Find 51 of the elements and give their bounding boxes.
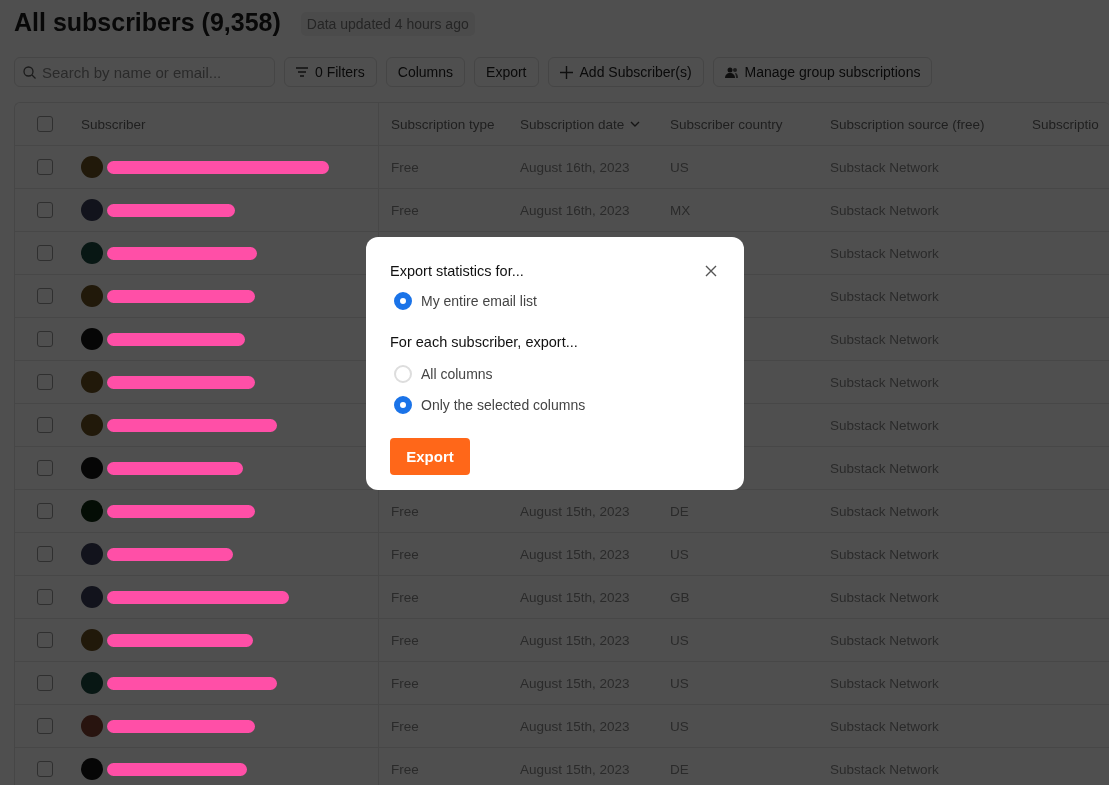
avatar	[81, 285, 103, 307]
plus-icon	[559, 65, 573, 79]
avatar	[81, 328, 103, 350]
toolbar-button[interactable]: Columns	[385, 57, 466, 87]
avatar	[81, 629, 103, 651]
avatar	[81, 672, 103, 694]
avatar	[81, 543, 103, 565]
avatar	[81, 199, 103, 221]
radio-option[interactable]: All columns	[390, 358, 720, 389]
filters-button[interactable]: 0 Filters	[284, 57, 377, 87]
avatar	[81, 242, 103, 264]
select-all-checkbox[interactable]	[37, 116, 53, 132]
row-checkbox[interactable]	[37, 460, 53, 476]
row-checkbox[interactable]	[37, 417, 53, 433]
radio-button[interactable]	[394, 291, 412, 310]
row-checkbox[interactable]	[37, 546, 53, 562]
toolbar-button[interactable]: Export	[474, 57, 539, 87]
avatar	[81, 414, 103, 436]
row-checkbox[interactable]	[37, 589, 53, 605]
add-subscriber-button[interactable]: Add Subscriber(s)	[547, 57, 704, 87]
row-checkbox[interactable]	[37, 761, 53, 777]
section-heading: Export statistics for...	[390, 263, 524, 279]
avatar	[81, 457, 103, 479]
avatar	[81, 371, 103, 393]
avatar	[81, 715, 103, 737]
filter-icon	[296, 67, 308, 77]
radio-option[interactable]: My entire email list	[390, 285, 720, 316]
search-icon	[23, 66, 36, 79]
row-checkbox[interactable]	[37, 675, 53, 691]
people-icon	[724, 66, 738, 78]
row-checkbox[interactable]	[37, 331, 53, 347]
close-icon[interactable]	[705, 265, 717, 277]
avatar	[81, 156, 103, 178]
row-checkbox[interactable]	[37, 718, 53, 734]
export-button[interactable]: Export	[390, 438, 470, 475]
avatar	[81, 500, 103, 522]
row-checkbox[interactable]	[37, 632, 53, 648]
row-checkbox[interactable]	[37, 159, 53, 175]
row-checkbox[interactable]	[37, 202, 53, 218]
avatar	[81, 586, 103, 608]
row-checkbox[interactable]	[37, 288, 53, 304]
radio-option[interactable]: Only the selected columns	[390, 389, 720, 420]
section-heading: For each subscriber, export...	[390, 334, 578, 350]
radio-button[interactable]	[394, 395, 412, 414]
page-title: All subscribers (9,358)	[14, 7, 281, 37]
row-checkbox[interactable]	[37, 374, 53, 390]
manage-groups-button[interactable]: Manage group subscriptions	[712, 57, 933, 87]
avatar	[81, 758, 103, 780]
row-checkbox[interactable]	[37, 503, 53, 519]
chevron-down-icon	[630, 121, 641, 127]
row-checkbox[interactable]	[37, 245, 53, 261]
